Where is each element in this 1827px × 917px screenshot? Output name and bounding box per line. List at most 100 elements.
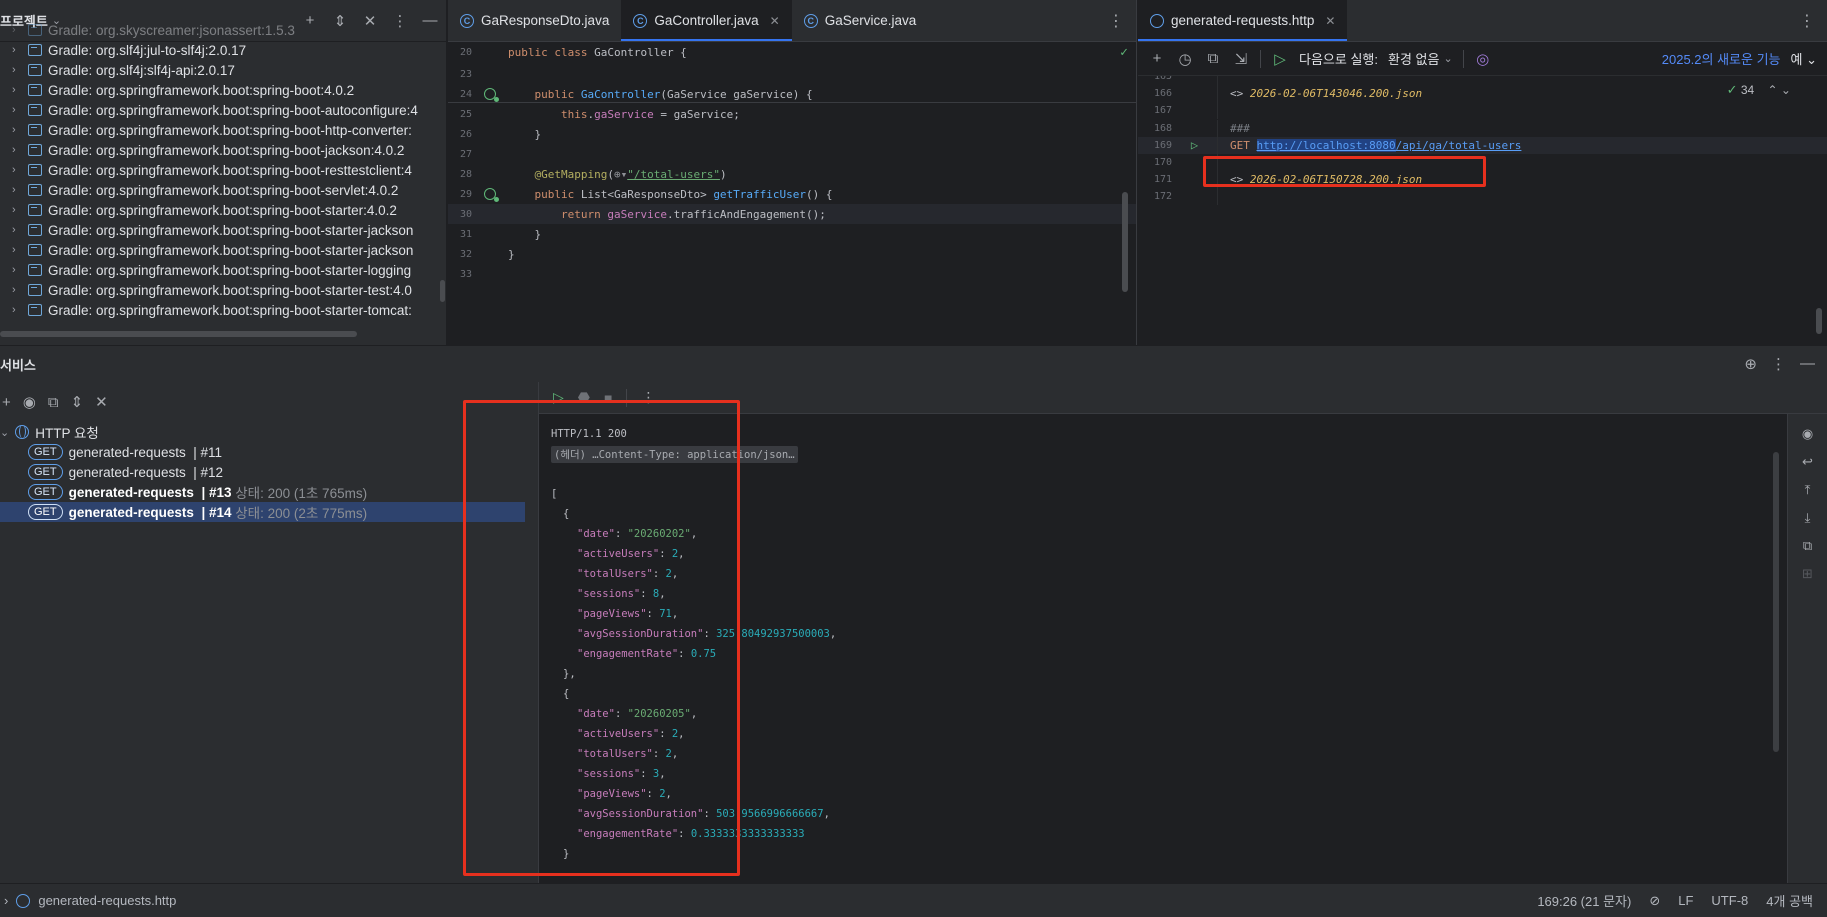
- scroll-top-icon[interactable]: ⤒: [1805, 482, 1811, 498]
- tree-item-label: Gradle: org.springframework.boot:spring-…: [48, 262, 412, 278]
- expand-all-icon[interactable]: ⇕: [330, 12, 350, 30]
- chevron-right-icon[interactable]: ›: [12, 84, 28, 96]
- breadcrumb-file[interactable]: generated-requests.http: [38, 893, 176, 908]
- chevron-right-icon[interactable]: ›: [12, 304, 28, 316]
- collapse-all-icon[interactable]: ✕: [95, 393, 108, 411]
- collapse-all-icon[interactable]: ✕: [360, 12, 380, 30]
- options-icon[interactable]: ⋮: [1771, 355, 1786, 373]
- inspection-off-icon[interactable]: ⊘: [1649, 893, 1660, 909]
- chevron-right-icon[interactable]: ›: [12, 164, 28, 176]
- response-side-toolbar: ◉ ↩ ⤒ ⤓ ⧉ ⊞: [1787, 414, 1827, 884]
- chevron-right-icon[interactable]: ›: [12, 124, 28, 136]
- tab-gaservice[interactable]: C GaService.java: [792, 0, 929, 41]
- spring-bean-icon[interactable]: [484, 188, 499, 202]
- chevron-right-icon[interactable]: ›: [12, 284, 28, 296]
- new-features-link[interactable]: 2025.2의 새로운 기능: [1662, 49, 1781, 68]
- code-area[interactable]: 20 public class GaController { ✓ 23 24 pu…: [448, 42, 1136, 345]
- tab-gacontroller[interactable]: C GaController.java ✕: [621, 0, 793, 41]
- chevron-right-icon[interactable]: ›: [12, 24, 28, 36]
- spring-bean-icon[interactable]: [484, 88, 499, 102]
- eye-icon[interactable]: ◉: [23, 393, 36, 411]
- eye-icon[interactable]: ◉: [1802, 426, 1813, 442]
- request-item[interactable]: GET generated-requests | #13 상태: 200 (1초 …: [0, 482, 525, 502]
- editor-scrollbar[interactable]: [1122, 192, 1128, 292]
- tree-item-library[interactable]: › Gradle: org.springframework.boot:spring…: [0, 260, 411, 280]
- chevron-right-icon[interactable]: ›: [12, 204, 28, 216]
- request-item[interactable]: GET generated-requests | #14 상태: 200 (2초 …: [0, 502, 525, 522]
- library-icon: [28, 164, 42, 176]
- import-icon[interactable]: ⇲: [1232, 50, 1250, 68]
- expand-all-icon[interactable]: ⇕: [71, 393, 84, 411]
- tree-item-library[interactable]: › Gradle: org.springframework.boot:spring…: [0, 300, 412, 320]
- minimize-icon[interactable]: —: [1800, 355, 1815, 373]
- caret-position[interactable]: 169:26 (21 문자): [1537, 891, 1631, 910]
- run-all-icon[interactable]: ▷: [1271, 50, 1289, 68]
- tree-item-library[interactable]: › Gradle: org.slf4j:slf4j-api:2.0.17: [0, 60, 235, 80]
- request-path[interactable]: /api/ga/total-users: [1396, 139, 1522, 152]
- request-item[interactable]: GET generated-requests | #12: [0, 462, 525, 482]
- close-icon[interactable]: ✕: [770, 14, 780, 28]
- tree-item-library[interactable]: › Gradle: org.springframework.boot:spring…: [0, 100, 418, 120]
- env-dropdown[interactable]: 환경 없음: [1388, 49, 1439, 68]
- scroll-bottom-icon[interactable]: ⤓: [1805, 510, 1811, 526]
- tree-item-library[interactable]: › Gradle: org.springframework.boot:spring…: [0, 240, 413, 260]
- chevron-right-icon[interactable]: ›: [12, 144, 28, 156]
- tab-generated-requests[interactable]: generated-requests.http ✕: [1138, 0, 1348, 41]
- run-request-icon[interactable]: ▷: [1191, 138, 1198, 152]
- tree-item-library[interactable]: › Gradle: org.springframework.boot:spring…: [0, 140, 404, 160]
- http-code-area[interactable]: ✓ 34 ⌃ ⌄ 165 166 <> 2026-02-06T143046.200.…: [1138, 76, 1827, 345]
- close-icon[interactable]: ✕: [1325, 14, 1335, 28]
- tree-item-library[interactable]: › Gradle: org.springframework.boot:spring…: [0, 220, 413, 240]
- add-request-icon[interactable]: +: [1148, 50, 1166, 67]
- horizontal-scrollbar[interactable]: [0, 331, 357, 337]
- tree-item-library[interactable]: › Gradle: org.skyscreamer:jsonassert:1.5.…: [0, 20, 295, 40]
- tree-item-library[interactable]: › Gradle: org.springframework.boot:spring…: [0, 280, 412, 300]
- add-icon[interactable]: +: [300, 12, 320, 30]
- request-item[interactable]: GET generated-requests | #11: [0, 442, 525, 462]
- tree-item-library[interactable]: › Gradle: org.slf4j:jul-to-slf4j:2.0.17: [0, 40, 246, 60]
- response-scrollbar[interactable]: [1773, 452, 1779, 752]
- tree-item-library[interactable]: › Gradle: org.springframework.boot:spring…: [0, 160, 412, 180]
- indent-setting[interactable]: 4개 공백: [1766, 891, 1813, 910]
- response-viewer: ▷ ⬣ ■ ⋮ HTTP/1.1 200 (헤더) …Content-Type:…: [463, 382, 1827, 884]
- tree-item-library[interactable]: › Gradle: org.springframework.boot:spring…: [0, 80, 354, 100]
- line-separator[interactable]: LF: [1678, 893, 1693, 908]
- http-line: 169 ▷ GET http://localhost:8080/api/ga/tot…: [1138, 136, 1827, 154]
- ai-icon[interactable]: ◎: [1474, 50, 1492, 68]
- tab-options-icon[interactable]: ⋮: [1096, 0, 1136, 41]
- new-tab-icon[interactable]: ⧉: [48, 394, 59, 411]
- copy-icon[interactable]: ⧉: [1204, 50, 1222, 67]
- chevron-right-icon[interactable]: ›: [12, 264, 28, 276]
- chevron-right-icon[interactable]: ›: [12, 224, 28, 236]
- chevron-right-icon[interactable]: ›: [12, 184, 28, 196]
- tree-item-library[interactable]: › Gradle: org.springframework.boot:spring…: [0, 180, 398, 200]
- editor-scrollbar[interactable]: [1816, 308, 1822, 334]
- add-icon[interactable]: +: [2, 394, 11, 411]
- chevron-down-icon[interactable]: ⌄: [1443, 52, 1452, 65]
- services-tree: ⌄ HTTP 요청 GET generated-requests | #11 GE…: [0, 422, 525, 522]
- tree-group-http[interactable]: ⌄ HTTP 요청: [0, 422, 525, 442]
- request-host[interactable]: http://localhost:8080: [1256, 138, 1396, 152]
- minimize-icon[interactable]: —: [420, 12, 440, 30]
- tab-garesponsedto[interactable]: C GaResponseDto.java: [448, 0, 621, 41]
- copy-icon[interactable]: ⧉: [1803, 538, 1812, 554]
- library-icon: [28, 104, 42, 116]
- get-badge: GET: [28, 504, 63, 520]
- chevron-right-icon[interactable]: ›: [12, 104, 28, 116]
- history-icon[interactable]: ◷: [1176, 50, 1194, 68]
- target-icon[interactable]: ⊕: [1744, 355, 1757, 373]
- vertical-scrollbar[interactable]: [440, 280, 445, 302]
- file-encoding[interactable]: UTF-8: [1711, 893, 1748, 908]
- tree-item-library[interactable]: › Gradle: org.springframework.boot:spring…: [0, 120, 412, 140]
- tree-item-library[interactable]: › Gradle: org.springframework.boot:spring…: [0, 200, 397, 220]
- chevron-right-icon[interactable]: ›: [12, 244, 28, 256]
- options-icon[interactable]: ⋮: [390, 12, 410, 30]
- yes-dropdown[interactable]: 예 ⌄: [1791, 49, 1827, 68]
- chevron-right-icon[interactable]: ›: [12, 44, 28, 56]
- chevron-right-icon[interactable]: ›: [12, 64, 28, 76]
- tab-options-icon[interactable]: ⋮: [1787, 0, 1827, 41]
- request-name: generated-requests: [68, 444, 186, 460]
- wrap-icon[interactable]: ↩: [1802, 454, 1813, 470]
- chevron-down-icon[interactable]: ⌄: [0, 426, 9, 439]
- code-text: @GetMapping(⊕▾"/total-users"): [534, 167, 727, 181]
